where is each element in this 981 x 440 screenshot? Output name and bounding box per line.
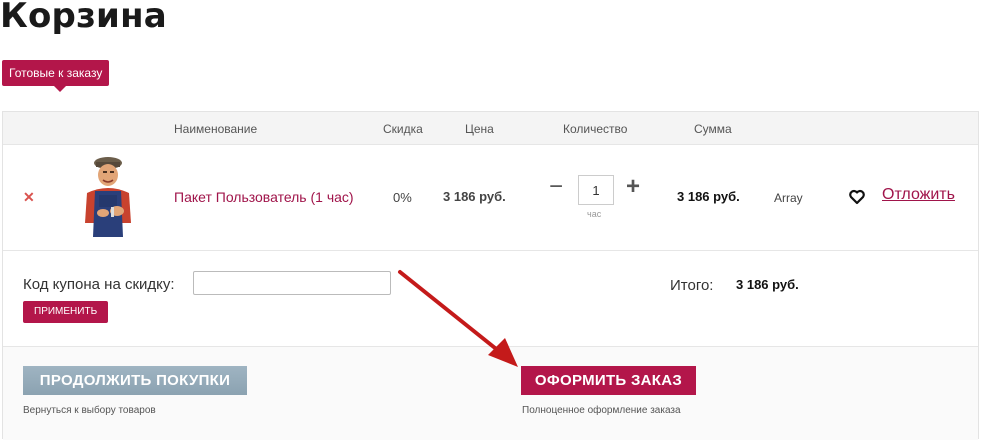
item-extra: Array: [774, 191, 803, 205]
header-quantity: Количество: [563, 122, 628, 136]
quantity-minus-button[interactable]: −: [549, 175, 563, 199]
item-price: 3 186 руб.: [443, 189, 506, 204]
tab-ready-to-order[interactable]: Готовые к заказу: [2, 60, 110, 92]
total-value: 3 186 руб.: [736, 277, 799, 292]
actions-section: ПРОДОЛЖИТЬ ПОКУПКИ Вернуться к выбору то…: [3, 347, 978, 440]
total-label: Итого:: [670, 277, 714, 294]
item-name-link[interactable]: Пакет Пользователь (1 час): [174, 189, 354, 205]
coupon-label: Код купона на скидку:: [23, 276, 175, 293]
continue-shopping-note: Вернуться к выбору товаров: [23, 405, 156, 416]
header-price: Цена: [465, 122, 494, 136]
table-header: Наименование Скидка Цена Количество Сумм…: [3, 112, 978, 145]
heart-icon[interactable]: [849, 189, 865, 205]
checkout-button[interactable]: ОФОРМИТЬ ЗАКАЗ: [521, 366, 696, 395]
table-row: ✕ Пакет Пользователь (1 час) 0% 3 186 ру…: [3, 145, 978, 251]
apply-coupon-button[interactable]: ПРИМЕНИТЬ: [23, 301, 109, 323]
coupon-input[interactable]: [193, 271, 391, 295]
checkout-note: Полноценное оформление заказа: [522, 405, 681, 416]
coupon-section: Код купона на скидку: ПРИМЕНИТЬ Итого: 3…: [3, 251, 978, 347]
quantity-input[interactable]: [578, 175, 614, 205]
quantity-unit: час: [587, 209, 602, 219]
page-title: Корзина: [0, 0, 167, 36]
header-name: Наименование: [174, 122, 258, 136]
cart-table: Наименование Скидка Цена Количество Сумм…: [2, 111, 979, 440]
header-sum: Сумма: [694, 122, 732, 136]
defer-link[interactable]: Отложить: [882, 186, 955, 204]
header-discount: Скидка: [383, 122, 423, 136]
close-icon[interactable]: ✕: [23, 189, 35, 206]
quantity-plus-button[interactable]: +: [626, 175, 640, 199]
product-image[interactable]: [77, 153, 139, 237]
item-sum: 3 186 руб.: [677, 189, 740, 204]
continue-shopping-button[interactable]: ПРОДОЛЖИТЬ ПОКУПКИ: [23, 366, 247, 395]
item-discount: 0%: [393, 190, 412, 205]
